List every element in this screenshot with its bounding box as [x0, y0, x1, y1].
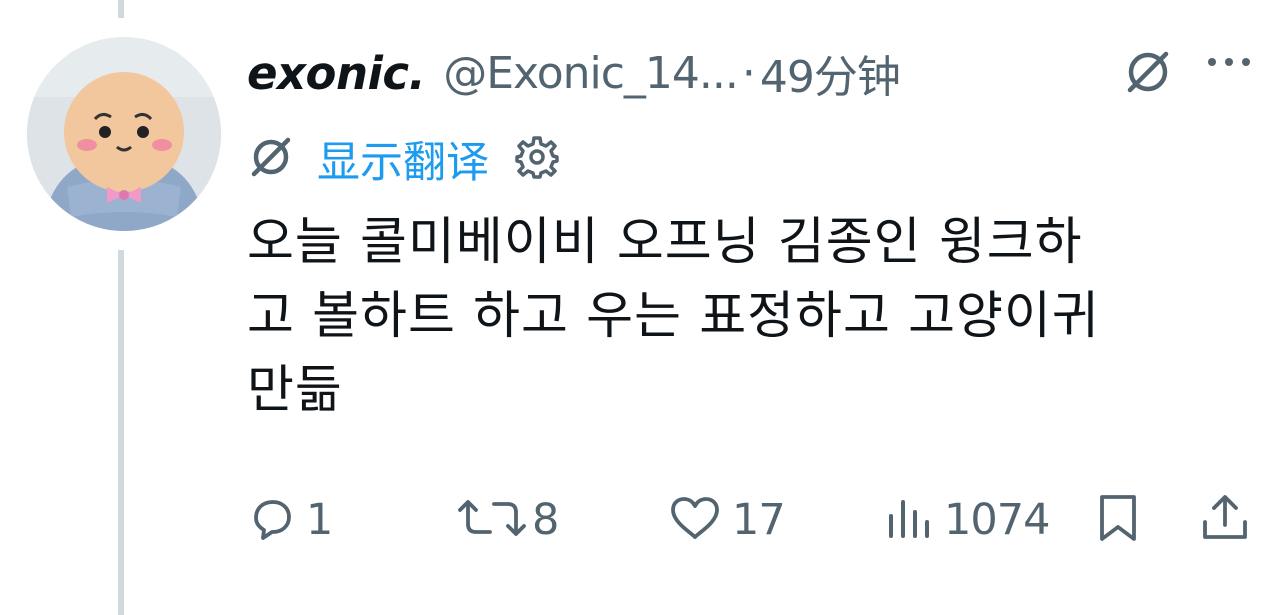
share-button[interactable] [1200, 490, 1250, 550]
bookmark-button[interactable] [1094, 490, 1142, 550]
show-translation-link[interactable]: 显示翻译 [317, 128, 489, 190]
reply-bubble-icon [248, 494, 296, 546]
reply-button[interactable]: 1 [248, 490, 333, 550]
tweet-header: exonic. @Exonic_14... · 49分钟 [247, 40, 901, 106]
like-button[interactable]: 17 [668, 490, 786, 550]
bookmark-icon [1094, 492, 1142, 548]
more-horizontal-icon [1208, 58, 1216, 66]
gear-icon[interactable] [511, 131, 563, 187]
timestamp[interactable]: 49分钟 [760, 41, 901, 105]
slashed-circle-icon[interactable] [1120, 44, 1176, 104]
like-count: 17 [732, 495, 786, 545]
slashed-circle-icon [245, 131, 297, 187]
bar-chart-icon [886, 494, 934, 546]
thread-line-bottom [118, 250, 124, 615]
separator-dot: · [741, 47, 756, 99]
heart-icon [668, 494, 722, 546]
repost-arrows-icon [456, 494, 528, 546]
views-button[interactable]: 1074 [886, 490, 1050, 550]
repost-count: 8 [532, 495, 559, 545]
view-count: 1074 [944, 495, 1050, 545]
tweet-text-line: 만듦 [247, 361, 343, 420]
reply-count: 1 [306, 495, 333, 545]
translate-row: 显示翻译 [245, 128, 563, 190]
display-name[interactable]: exonic. [247, 47, 426, 100]
repost-button[interactable]: 8 [456, 490, 559, 550]
thread-line-top [118, 0, 124, 18]
tweet-text-line: 고 볼하트 하고 우는 표정하고 고양이귀 [247, 287, 1100, 346]
avatar[interactable] [27, 37, 221, 231]
user-handle[interactable]: @Exonic_14... [443, 48, 739, 99]
share-icon [1200, 492, 1250, 548]
tweet-text: 오늘 콜미베이비 오프닝 김종인 윙크하 고 볼하트 하고 우는 표정하고 고양… [247, 206, 1257, 428]
tweet-text-line: 오늘 콜미베이비 오프닝 김종인 윙크하 [247, 213, 1083, 272]
more-options-button[interactable] [1208, 58, 1250, 66]
